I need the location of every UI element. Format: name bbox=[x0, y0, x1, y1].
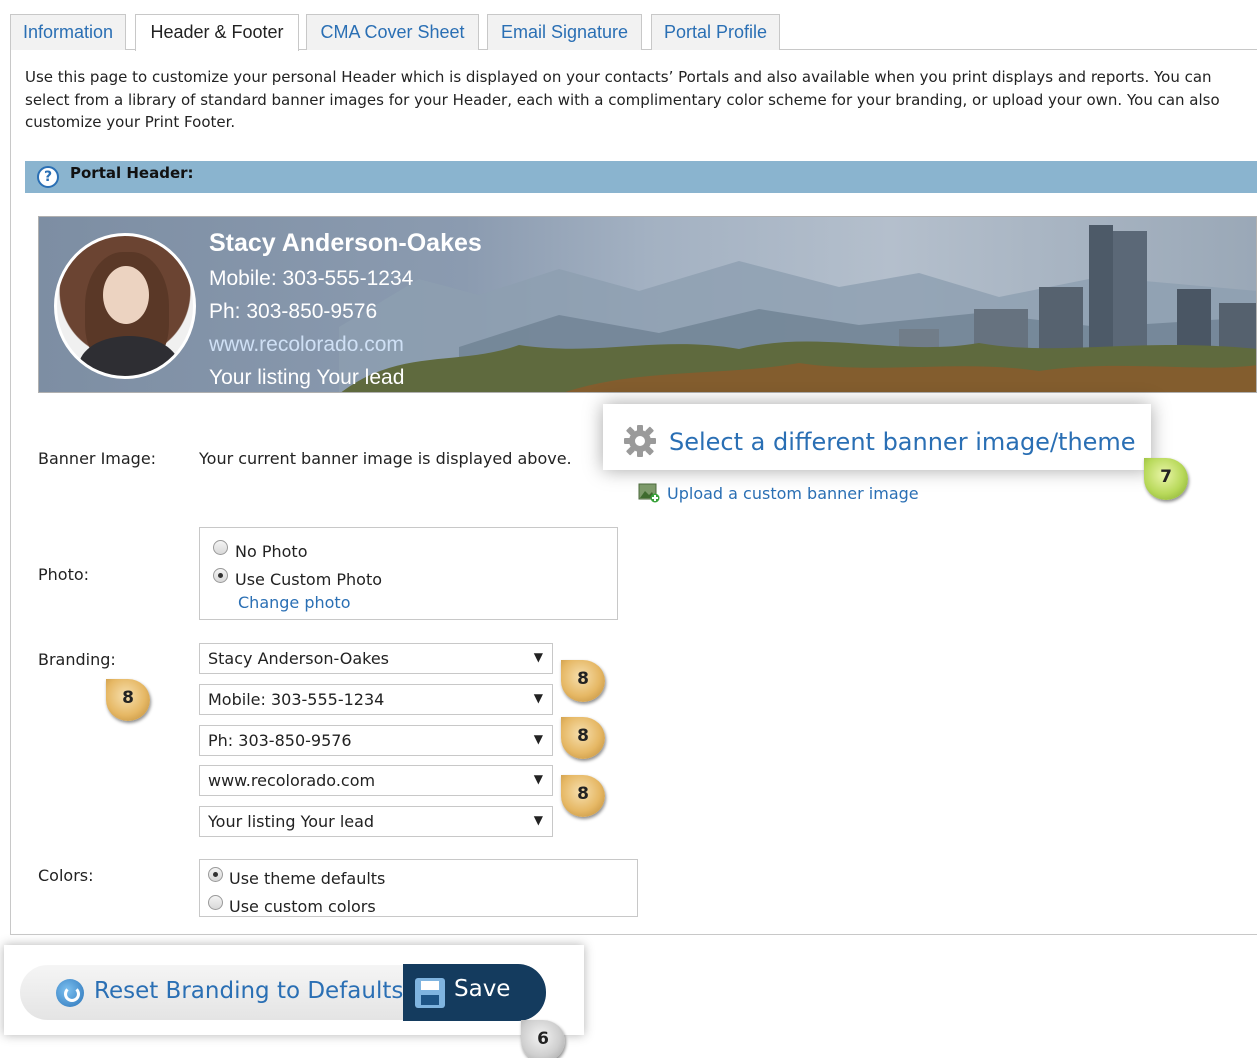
tab-email-signature[interactable]: Email Signature bbox=[487, 14, 642, 50]
branding-line5-select[interactable]: Your listing Your lead ▼ bbox=[199, 806, 553, 837]
callout-badge-8: 8 bbox=[561, 660, 605, 702]
theme-defaults-label: Use theme defaults bbox=[229, 869, 386, 888]
section-title: Portal Header: bbox=[70, 164, 194, 182]
intro-text: Use this page to customize your personal… bbox=[25, 68, 1220, 131]
photo-options-box: No Photo Use Custom Photo Change photo bbox=[199, 527, 618, 620]
select-theme-popout[interactable]: Select a different banner image/theme bbox=[603, 404, 1151, 470]
colors-options-box: Use theme defaults Use custom colors bbox=[199, 859, 638, 917]
no-photo-label: No Photo bbox=[235, 542, 308, 561]
callout-badge-8: 8 bbox=[106, 679, 150, 721]
banner-mobile: Mobile: 303-555-1234 bbox=[209, 267, 414, 290]
tab-information[interactable]: Information bbox=[10, 14, 126, 50]
callout-badge-6: 6 bbox=[521, 1020, 565, 1058]
custom-colors-label: Use custom colors bbox=[229, 897, 376, 916]
action-bar: Reset Branding to Defaults Save bbox=[4, 945, 584, 1035]
change-photo-link[interactable]: Change photo bbox=[238, 593, 351, 612]
tab-portal-profile[interactable]: Portal Profile bbox=[651, 14, 780, 50]
banner-website: www.recolorado.com bbox=[209, 333, 404, 356]
dropdown-arrow-icon: ▼ bbox=[533, 691, 543, 705]
banner-preview: Stacy Anderson-Oakes Mobile: 303-555-123… bbox=[38, 216, 1257, 393]
refresh-icon bbox=[56, 979, 84, 1007]
help-icon[interactable]: ? bbox=[37, 166, 59, 188]
custom-photo-label: Use Custom Photo bbox=[235, 570, 382, 589]
branding-line4-select[interactable]: www.recolorado.com ▼ bbox=[199, 765, 553, 796]
portal-header-section-bar: ? Portal Header: bbox=[25, 161, 1257, 193]
banner-agent-name: Stacy Anderson-Oakes bbox=[209, 229, 482, 257]
custom-colors-radio[interactable] bbox=[208, 895, 223, 910]
floppy-disk-icon bbox=[415, 978, 445, 1008]
tab-cma-cover-sheet[interactable]: CMA Cover Sheet bbox=[306, 14, 479, 50]
reset-branding-label: Reset Branding to Defaults bbox=[94, 978, 404, 1004]
photo-label: Photo: bbox=[38, 565, 90, 584]
branding-line3-select[interactable]: Ph: 303-850-9576 ▼ bbox=[199, 725, 553, 756]
image-upload-icon bbox=[638, 483, 660, 503]
reset-branding-button[interactable]: Reset Branding to Defaults bbox=[20, 965, 420, 1020]
avatar bbox=[54, 233, 196, 379]
callout-badge-8: 8 bbox=[561, 775, 605, 817]
banner-phone: Ph: 303-850-9576 bbox=[209, 300, 378, 323]
branding-line1-select[interactable]: Stacy Anderson-Oakes ▼ bbox=[199, 643, 553, 674]
branding-line2-select[interactable]: Mobile: 303-555-1234 ▼ bbox=[199, 684, 553, 715]
gear-icon bbox=[624, 425, 656, 457]
dropdown-arrow-icon: ▼ bbox=[533, 732, 543, 746]
callout-badge-8: 8 bbox=[561, 717, 605, 759]
select-theme-link[interactable]: Select a different banner image/theme bbox=[669, 428, 1136, 456]
dropdown-arrow-icon: ▼ bbox=[533, 650, 543, 664]
banner-image-label: Banner Image: bbox=[38, 449, 157, 468]
save-button[interactable]: Save bbox=[403, 964, 546, 1021]
dropdown-arrow-icon: ▼ bbox=[533, 772, 543, 786]
banner-image-note: Your current banner image is displayed a… bbox=[199, 449, 572, 468]
dropdown-arrow-icon: ▼ bbox=[533, 813, 543, 827]
custom-photo-radio[interactable] bbox=[213, 568, 228, 583]
save-label: Save bbox=[454, 976, 511, 1002]
tab-header-footer[interactable]: Header & Footer bbox=[135, 14, 299, 51]
banner-tagline: Your listing Your lead bbox=[209, 366, 405, 389]
no-photo-radio[interactable] bbox=[213, 540, 228, 555]
callout-badge-7: 7 bbox=[1144, 458, 1188, 500]
colors-label: Colors: bbox=[38, 866, 94, 885]
branding-label: Branding: bbox=[38, 650, 116, 669]
upload-custom-banner-link[interactable]: Upload a custom banner image bbox=[667, 484, 919, 503]
tab-bar: Information Header & Footer CMA Cover Sh… bbox=[10, 14, 1257, 51]
theme-defaults-radio[interactable] bbox=[208, 867, 223, 882]
